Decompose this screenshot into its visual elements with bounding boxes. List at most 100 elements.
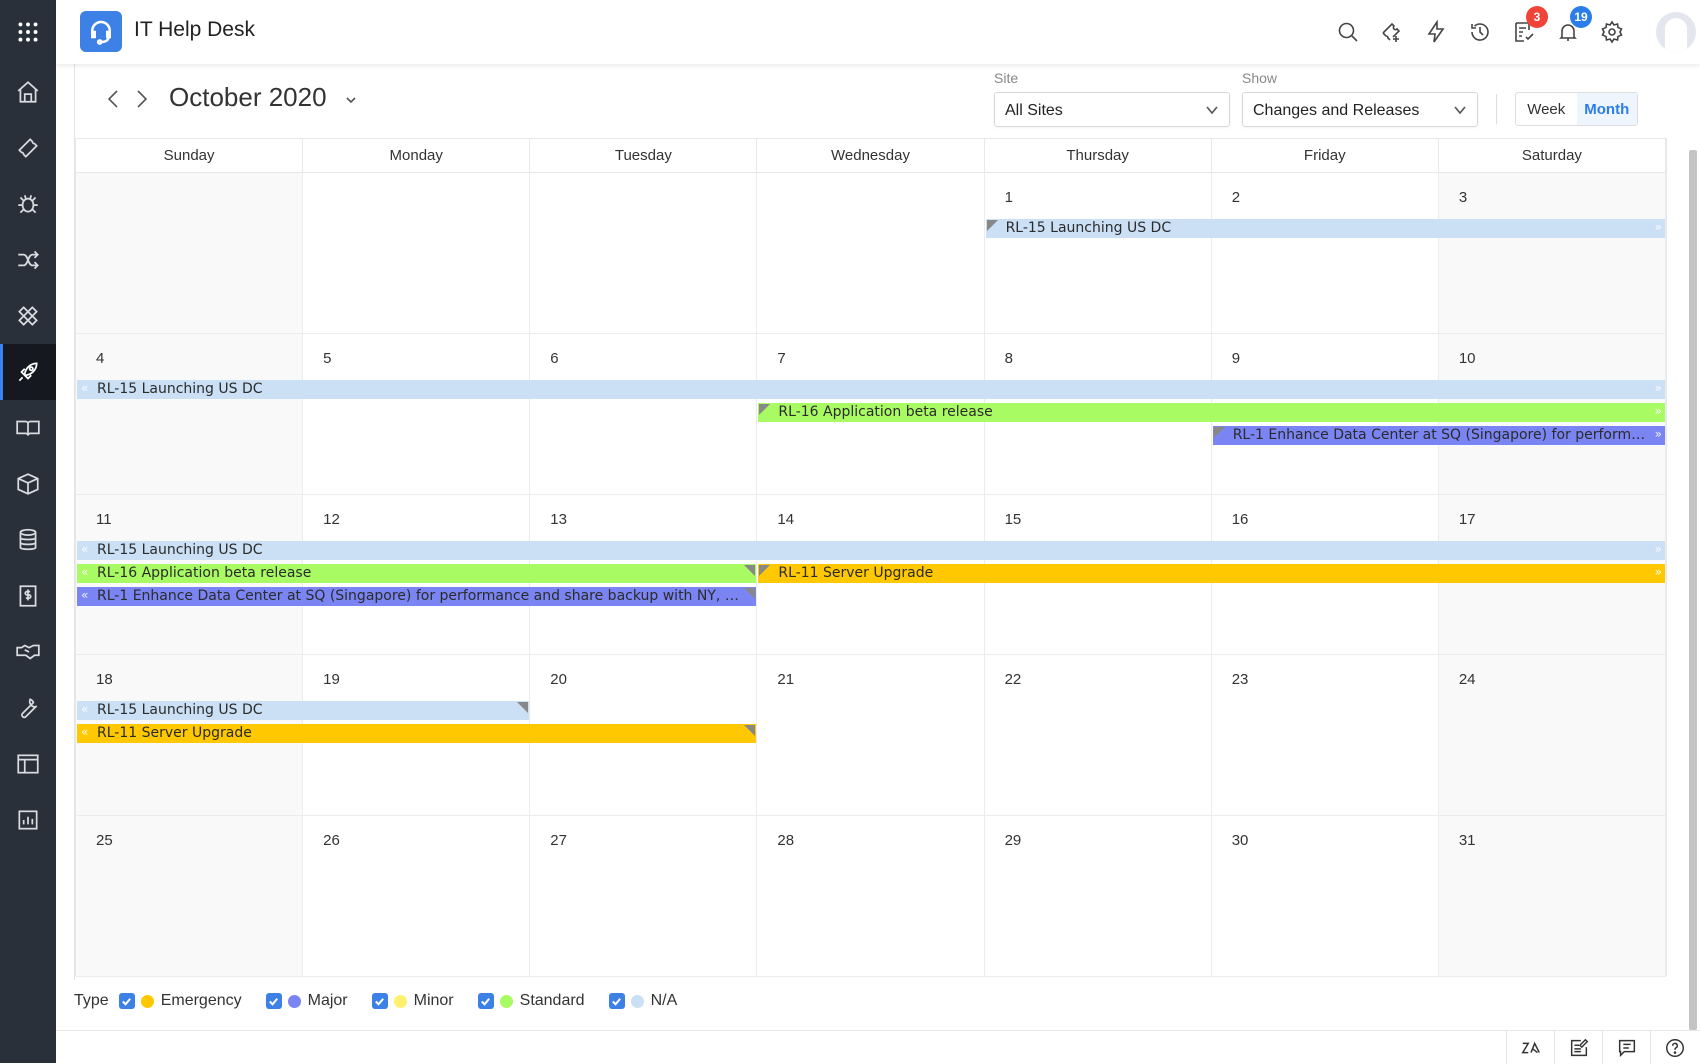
month-title[interactable]: October 2020 xyxy=(169,82,327,113)
legend-filter-major[interactable]: Major xyxy=(265,992,348,1010)
calendar-event[interactable]: « RL-15 Launching US DC » xyxy=(77,540,1665,560)
calendar-event[interactable]: « RL-15 Launching US DC xyxy=(77,701,530,721)
day-cell[interactable]: 23 xyxy=(1211,655,1439,817)
checkbox-checked-icon[interactable] xyxy=(608,993,625,1009)
legend-filter-minor[interactable]: Minor xyxy=(371,992,454,1010)
event-label: RL-16 Application beta release xyxy=(97,564,312,581)
sidebar-item-home[interactable] xyxy=(0,64,56,120)
day-cell[interactable]: 31 xyxy=(1438,816,1666,977)
empty-day-cell[interactable] xyxy=(76,173,304,334)
next-month-button[interactable] xyxy=(131,86,153,112)
day-cell[interactable]: 3 xyxy=(1438,173,1666,334)
app-logo[interactable] xyxy=(80,11,122,52)
legend-filter-na[interactable]: N/A xyxy=(608,992,677,1010)
sidebar-item-admin[interactable] xyxy=(0,736,56,792)
day-number: 13 xyxy=(550,510,567,528)
day-cell[interactable]: 21 xyxy=(757,655,985,817)
continues-right-icon: » xyxy=(1652,563,1662,582)
calendar-event[interactable]: RL-11 Server Upgrade » xyxy=(758,563,1665,583)
approvals-button[interactable]: 3 xyxy=(1508,6,1548,48)
sidebar-item-problems[interactable] xyxy=(0,176,56,232)
empty-day-cell[interactable] xyxy=(303,173,531,334)
day-cell[interactable]: 29 xyxy=(984,816,1212,977)
app-switcher-button[interactable] xyxy=(0,4,56,60)
month-view-button[interactable]: Month xyxy=(1576,93,1637,125)
sidebar-item-purchase[interactable] xyxy=(0,568,56,624)
sidebar-item-maintenance[interactable] xyxy=(0,680,56,736)
empty-day-cell[interactable] xyxy=(530,173,758,334)
history-button[interactable] xyxy=(1464,16,1496,48)
sidebar-item-releases[interactable] xyxy=(0,344,56,400)
day-cell[interactable]: 4 xyxy=(76,333,304,495)
sidebar-item-assets[interactable] xyxy=(0,456,56,512)
checkbox-checked-icon[interactable] xyxy=(265,993,282,1009)
show-select-value: Changes and Releases xyxy=(1253,102,1420,119)
day-cell[interactable]: 26 xyxy=(303,816,531,977)
quick-actions-button[interactable] xyxy=(1420,16,1452,48)
day-cell[interactable]: 30 xyxy=(1211,816,1439,977)
sidebar-item-reports[interactable] xyxy=(0,792,56,848)
sidebar-item-projects[interactable] xyxy=(0,288,56,344)
calendar-event[interactable]: « RL-11 Server Upgrade xyxy=(77,724,757,744)
site-select-value: All Sites xyxy=(1005,102,1063,119)
checkbox-checked-icon[interactable] xyxy=(118,993,135,1009)
calendar-event[interactable]: RL-1 Enhance Data Center at SQ (Singapor… xyxy=(1212,425,1665,445)
day-number: 2 xyxy=(1231,189,1241,206)
event-end-marker-icon xyxy=(744,725,756,737)
day-cell[interactable]: 25 xyxy=(76,816,304,977)
sidebar-item-contracts[interactable] xyxy=(0,624,56,680)
new-ticket-button[interactable] xyxy=(1376,16,1408,48)
settings-button[interactable] xyxy=(1596,16,1628,48)
calendar-event[interactable]: « RL-16 Application beta release xyxy=(77,563,757,583)
day-number: 16 xyxy=(1231,510,1249,528)
day-cell[interactable]: 1 xyxy=(984,173,1212,334)
legend-filter-emergency[interactable]: Emergency xyxy=(118,992,242,1010)
zia-button[interactable] xyxy=(1506,1031,1554,1064)
chat-button[interactable] xyxy=(1602,1031,1650,1064)
calendar-event[interactable]: « RL-15 Launching US DC » xyxy=(77,379,1665,399)
calendar-event[interactable]: RL-16 Application beta release » xyxy=(758,402,1665,422)
calendar-event[interactable]: « RL-1 Enhance Data Center at SQ (Singapo… xyxy=(77,586,757,606)
calendar-event[interactable]: RL-15 Launching US DC » xyxy=(985,219,1665,238)
new-ticket-icon xyxy=(1382,22,1401,42)
continues-left-icon: « xyxy=(81,725,89,740)
site-select[interactable]: All Sites xyxy=(994,92,1230,127)
vertical-scrollbar[interactable] xyxy=(1689,150,1697,1030)
search-button[interactable] xyxy=(1332,16,1364,48)
day-cell[interactable]: 28 xyxy=(757,816,985,977)
day-number: 4 xyxy=(96,349,105,367)
sidebar-item-tickets[interactable] xyxy=(0,120,56,176)
empty-day-cell[interactable] xyxy=(757,173,985,334)
day-number: 26 xyxy=(323,832,340,850)
day-cell[interactable]: 27 xyxy=(530,816,758,977)
legend-filter-standard[interactable]: Standard xyxy=(477,992,585,1010)
day-cell[interactable]: 5 xyxy=(303,333,531,495)
zia-icon xyxy=(1520,1041,1540,1053)
event-label: RL-11 Server Upgrade xyxy=(97,725,252,742)
notifications-button[interactable]: 19 xyxy=(1552,6,1592,48)
show-select[interactable]: Changes and Releases xyxy=(1242,92,1478,127)
notes-button[interactable] xyxy=(1554,1031,1602,1064)
sidebar-item-solutions[interactable] xyxy=(0,400,56,456)
day-cell[interactable]: 6 xyxy=(530,333,758,495)
month-calendar-grid: Sunday Monday Tuesday Wednesday Thursday Frid… xyxy=(75,138,1667,977)
month-picker-toggle[interactable] xyxy=(344,92,358,106)
event-label: RL-11 Server Upgrade xyxy=(778,564,934,581)
notifications-badge: 19 xyxy=(1570,6,1592,28)
checkbox-checked-icon[interactable] xyxy=(371,993,388,1009)
continues-left-icon: « xyxy=(81,564,89,579)
checkbox-checked-icon[interactable] xyxy=(477,993,494,1009)
day-cell[interactable]: 22 xyxy=(984,655,1212,817)
event-label: RL-15 Launching US DC xyxy=(1005,220,1172,236)
day-cell[interactable]: 2 xyxy=(1211,173,1439,334)
sidebar-item-cmdb[interactable] xyxy=(0,512,56,568)
prev-month-button[interactable] xyxy=(102,86,124,112)
sidebar-item-changes[interactable] xyxy=(0,232,56,288)
chevron-down-icon xyxy=(1454,106,1466,115)
type-color-dot-icon xyxy=(287,994,301,1008)
day-cell[interactable]: 24 xyxy=(1438,655,1666,817)
legend-label: Minor xyxy=(413,992,454,1009)
help-button[interactable] xyxy=(1650,1031,1698,1064)
week-view-button[interactable]: Week xyxy=(1516,93,1577,125)
user-avatar[interactable] xyxy=(1656,12,1696,52)
